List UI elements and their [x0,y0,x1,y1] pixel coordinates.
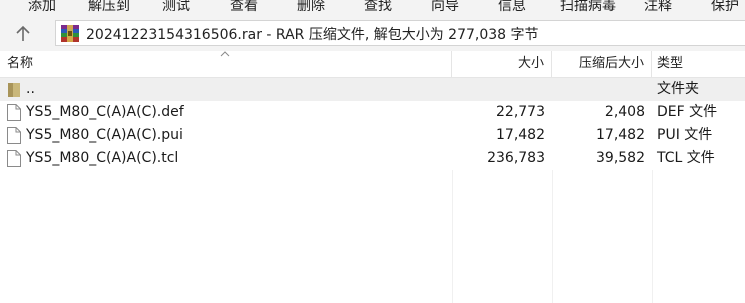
toolbar-delete-button[interactable]: 删除 [297,0,325,15]
rar-archive-icon [61,25,79,42]
file-type: TCL 文件 [657,150,715,166]
column-header-type[interactable]: 类型 [652,51,745,77]
column-header-size[interactable]: 大小 [452,51,552,77]
toolbar-protect-button[interactable]: 保护 [711,0,739,15]
arrow-up-icon [16,25,30,41]
address-bar-row: 20241223154316506.rar - RAR 压缩文件, 解包大小为 … [0,16,745,51]
address-field[interactable]: 20241223154316506.rar - RAR 压缩文件, 解包大小为 … [55,20,745,46]
file-name: .. [26,81,35,97]
column-header-packed-size[interactable]: 压缩后大小 [552,51,652,77]
folder-icon [8,83,20,97]
list-item[interactable]: YS5_M80_C(A)A(C).def 22,773 2,408 DEF 文件 [0,101,745,124]
file-name: YS5_M80_C(A)A(C).def [26,104,184,120]
toolbar-find-button[interactable]: 查找 [364,0,392,15]
toolbar-test-button[interactable]: 测试 [162,0,190,15]
toolbar-scan-virus-button[interactable]: 扫描病毒 [560,0,616,15]
file-type: PUI 文件 [657,127,713,143]
file-size [452,78,545,101]
toolbar-wizard-button[interactable]: 向导 [431,0,459,15]
file-size: 17,482 [496,127,545,143]
up-folder-button[interactable] [8,22,38,46]
empty-list-area [0,170,745,303]
file-packed-size: 2,408 [604,104,645,120]
file-list: .. 文件夹 YS5_M80_C(A)A(C).def 22,773 2,408… [0,78,745,170]
toolbar-comment-button[interactable]: 注释 [644,0,672,15]
address-text: 20241223154316506.rar - RAR 压缩文件, 解包大小为 … [86,27,539,43]
file-size: 236,783 [487,150,545,166]
file-name: YS5_M80_C(A)A(C).pui [26,127,183,143]
file-icon [7,104,21,121]
file-packed-size [552,78,645,101]
column-divider [552,170,553,303]
file-type: DEF 文件 [657,104,718,120]
file-packed-size: 17,482 [596,127,645,143]
column-divider [652,170,653,303]
toolbar-view-button[interactable]: 查看 [230,0,258,15]
list-item[interactable]: .. 文件夹 [0,78,745,101]
column-divider [452,170,453,303]
file-size: 22,773 [496,104,545,120]
file-name: YS5_M80_C(A)A(C).tcl [26,150,179,166]
toolbar: 添加 解压到 测试 查看 删除 查找 向导 信息 扫描病毒 注释 保护 [0,0,745,16]
toolbar-extract-button[interactable]: 解压到 [88,0,130,15]
file-icon [7,150,21,167]
file-packed-size: 39,582 [596,150,645,166]
column-header-name[interactable]: 名称 [0,51,452,77]
column-header-row: 名称 大小 压缩后大小 类型 [0,51,745,78]
toolbar-add-button[interactable]: 添加 [28,0,56,15]
file-icon [7,127,21,144]
list-item[interactable]: YS5_M80_C(A)A(C).pui 17,482 17,482 PUI 文… [0,124,745,147]
toolbar-info-button[interactable]: 信息 [498,0,526,15]
file-type: 文件夹 [657,81,699,97]
list-item[interactable]: YS5_M80_C(A)A(C).tcl 236,783 39,582 TCL … [0,147,745,170]
